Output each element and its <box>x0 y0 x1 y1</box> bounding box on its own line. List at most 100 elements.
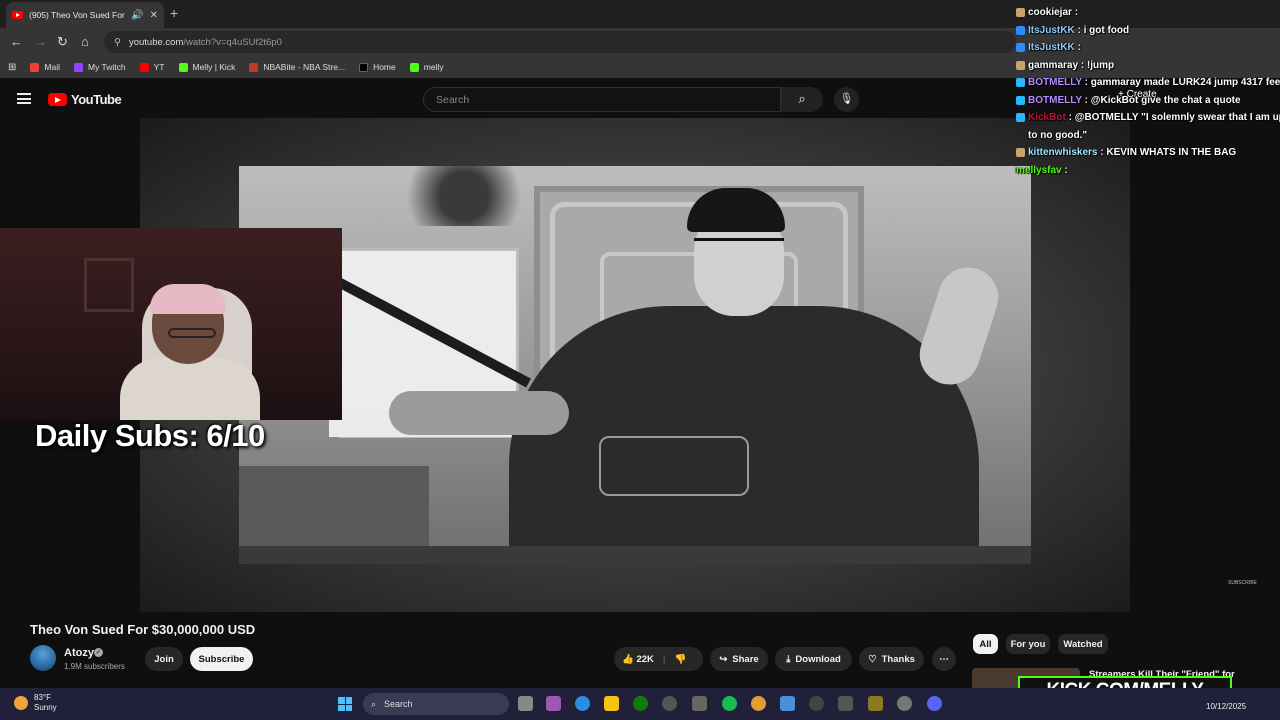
streamer-body <box>120 358 260 420</box>
nbabite-icon <box>249 62 259 72</box>
chat-message: ItsJustKK : <box>1016 39 1280 57</box>
chip-all[interactable]: All <box>973 634 998 654</box>
join-button[interactable]: Join <box>145 647 183 671</box>
site-info-icon[interactable]: ⚲ <box>114 37 121 48</box>
chat-badge-icon <box>1016 113 1025 122</box>
chat-text: KEVIN WHATS IN THE BAG <box>1106 147 1237 158</box>
chat-username[interactable]: mellysfav <box>1016 165 1062 176</box>
chat-username[interactable]: gammaray <box>1028 60 1078 71</box>
chat-separator: : <box>1061 164 1068 176</box>
speaker-icon[interactable]: 🔊 <box>131 10 143 21</box>
search-button[interactable]: ⌕ <box>781 87 823 112</box>
chat-username[interactable]: kittenwhiskers <box>1028 147 1097 158</box>
taskbar-search[interactable]: ⌕ Search <box>363 693 509 715</box>
spotify-icon[interactable] <box>722 696 737 711</box>
raised-hand <box>911 259 1007 393</box>
desk <box>239 546 1031 564</box>
share-button[interactable]: ↪ Share <box>710 647 768 671</box>
home-icon[interactable]: ⌂ <box>81 34 89 49</box>
chat-username[interactable]: ItsJustKK <box>1028 42 1075 53</box>
copilot-icon[interactable] <box>546 696 561 711</box>
bookmark-home[interactable]: Home <box>359 62 396 72</box>
chat-separator: : <box>1081 94 1091 106</box>
search-icon: ⌕ <box>798 91 806 106</box>
download-button[interactable]: ⤓ Download <box>775 647 852 671</box>
chat-message: mellysfav : <box>1016 162 1280 180</box>
more-actions-button[interactable]: ⋯ <box>932 647 956 671</box>
windows-start-icon[interactable] <box>338 697 352 711</box>
headphones <box>150 284 226 314</box>
task-view-icon[interactable] <box>518 696 533 711</box>
chat-username[interactable]: KickBot <box>1028 112 1066 123</box>
photos-icon[interactable] <box>780 696 795 711</box>
like-button[interactable]: 👍 22K <box>622 654 654 665</box>
channel-avatar[interactable] <box>30 645 56 671</box>
chip-for-you[interactable]: For you <box>1006 634 1050 654</box>
sun-icon <box>14 696 28 710</box>
chat-badge-icon <box>1016 78 1025 87</box>
chat-message: kittenwhiskers : KEVIN WHATS IN THE BAG <box>1016 144 1280 162</box>
close-tab-icon[interactable]: ✕ <box>150 10 158 21</box>
xbox-icon[interactable] <box>633 696 648 711</box>
bookmark-yt[interactable]: YT <box>139 62 165 72</box>
chat-username[interactable]: cookiejar <box>1028 7 1072 18</box>
browser-tab[interactable]: (905) Theo Von Sued For $30,000,000 USD … <box>6 2 164 28</box>
store-icon[interactable] <box>692 696 707 711</box>
chat-badge-icon <box>1016 25 1025 35</box>
chat-username[interactable]: BOTMELLY <box>1028 77 1082 88</box>
bookmark-nbabite[interactable]: NBABite - NBA Stre... <box>249 62 345 72</box>
url-field[interactable]: ⚲ youtube.com/watch?v=q4uSUf2t6p0 <box>104 31 1016 53</box>
youtube-play-icon <box>48 93 67 106</box>
file-explorer-icon[interactable] <box>604 696 619 711</box>
subscribe-button[interactable]: Subscribe <box>190 647 253 671</box>
bookmark-mail[interactable]: Mail <box>30 62 60 72</box>
glasses <box>694 238 784 254</box>
chat-username[interactable]: ItsJustKK <box>1028 25 1075 36</box>
menu-icon[interactable] <box>17 93 31 104</box>
app-icon[interactable] <box>662 696 677 711</box>
taskbar-date: 10/12/2025 <box>1206 702 1247 711</box>
youtube-logo[interactable]: YouTube <box>48 92 122 107</box>
edge-icon[interactable] <box>575 696 590 711</box>
search-input[interactable]: Search <box>423 87 781 112</box>
chip-watched[interactable]: Watched <box>1058 634 1108 654</box>
chat-text: gammaray made LURK24 jump 4317 feet <box>1090 77 1280 88</box>
streamer-webcam <box>0 228 342 420</box>
channel-name[interactable]: Atozy <box>64 647 94 659</box>
chrome-icon[interactable] <box>751 696 766 711</box>
mic-icon: 🎙 <box>839 93 854 105</box>
chat-message: KickBot : @BOTMELLY "I solemnly swear th… <box>1016 109 1280 144</box>
chat-badge-icon <box>1016 8 1025 17</box>
thanks-button[interactable]: ♡ Thanks <box>859 647 924 671</box>
gmail-icon <box>30 62 40 72</box>
discord-icon[interactable] <box>927 696 942 711</box>
bookmark-melly[interactable]: melly <box>409 62 444 72</box>
media-player-icon[interactable] <box>809 696 824 711</box>
subscriber-count: 1.9M subscribers <box>64 662 125 671</box>
app-icon[interactable] <box>838 696 853 711</box>
like-divider: | <box>662 653 666 665</box>
person-hoodie <box>509 306 979 564</box>
kick-icon <box>178 62 188 72</box>
search-icon: ⌕ <box>371 698 377 709</box>
chat-text: i got food <box>1083 24 1130 36</box>
chat-text: !jump <box>1086 59 1115 71</box>
youtube-icon <box>139 62 149 72</box>
new-tab-button[interactable]: + <box>170 5 178 21</box>
chat-badge-icon <box>1016 95 1025 105</box>
streamer-glasses <box>168 328 216 338</box>
reload-icon[interactable]: ↻ <box>57 34 68 50</box>
chat-username[interactable]: BOTMELLY <box>1028 95 1082 106</box>
app-icon[interactable] <box>868 696 883 711</box>
back-icon[interactable]: ← <box>10 34 23 49</box>
voice-search-button[interactable]: 🎙 <box>834 87 859 112</box>
settings-gear-icon[interactable] <box>897 696 912 711</box>
weather-widget[interactable]: 83°F Sunny <box>14 693 57 713</box>
url-path: /watch?v=q4uSUf2t6p0 <box>183 36 282 48</box>
forward-icon[interactable]: → <box>34 34 47 49</box>
bookmark-my-twitch[interactable]: My Twitch <box>73 62 126 72</box>
apps-grid-icon[interactable]: ⊞ <box>8 62 16 73</box>
bookmark-melly-kick[interactable]: Melly | Kick <box>178 62 235 72</box>
chat-message: BOTMELLY : @KickBot give the chat a quot… <box>1016 92 1280 110</box>
dislike-icon[interactable]: 👎 <box>675 654 687 665</box>
